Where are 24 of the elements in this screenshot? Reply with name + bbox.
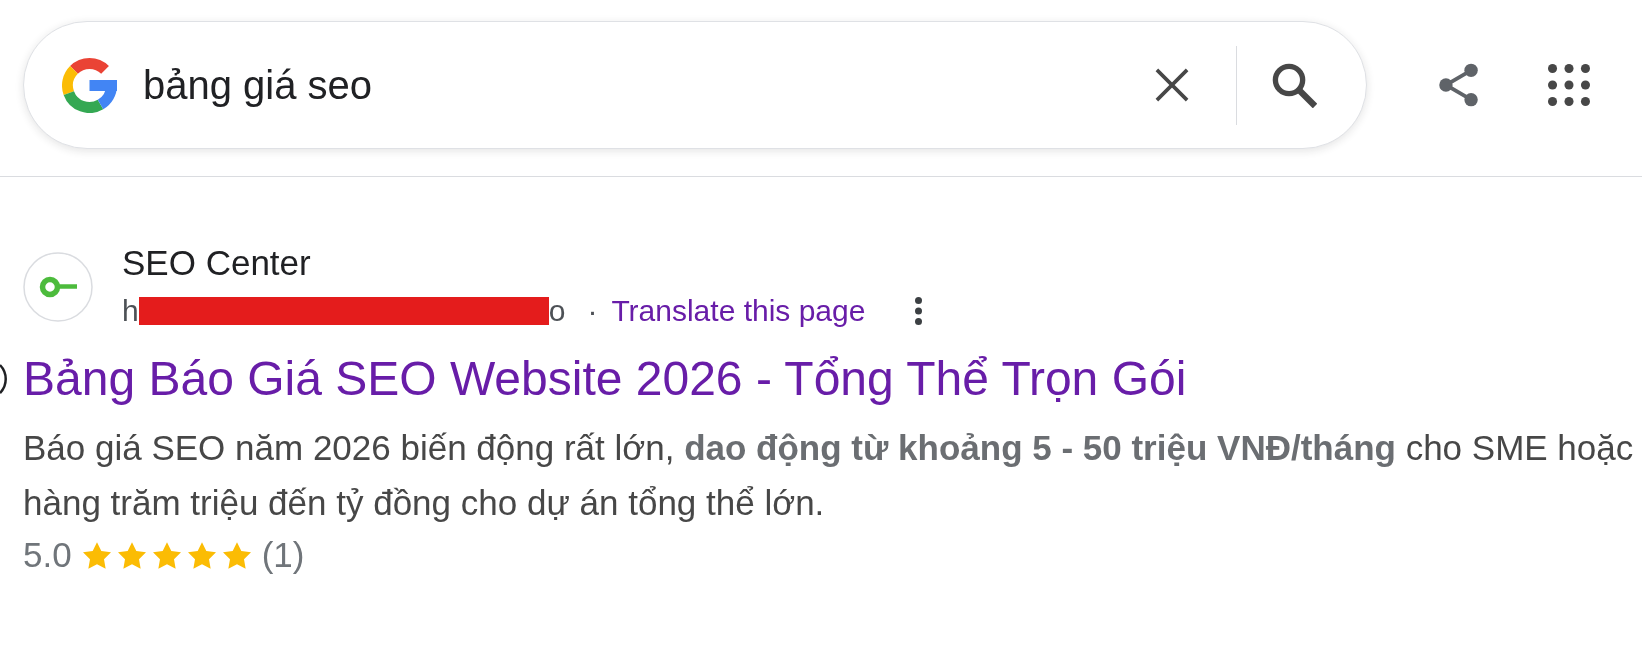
site-name[interactable]: SEO Center (122, 239, 311, 287)
result-snippet: Báo giá SEO năm 2026 biến động rất lớn, dao động từ khoảng 5 - 50 triệu VNĐ/tháng cho SME hoặc hàng trăm triệu đến tỷ đồng cho dự án tổng thể lớn. (23, 427, 1635, 524)
star-icon (117, 541, 146, 569)
search-bar[interactable]: bảng giá seo (23, 21, 1367, 149)
star-icon (187, 541, 216, 569)
grid-icon (1548, 64, 1590, 106)
url-text: h (122, 294, 139, 328)
star-icon (222, 541, 251, 569)
separator-dot: · (587, 294, 598, 328)
result-title-link[interactable]: Bảng Báo Giá SEO Website 2026 - Tổng Thể Trọn Gói (23, 349, 1187, 409)
arc-icon (0, 363, 7, 395)
share-icon (1437, 63, 1480, 107)
more-vertical-icon (915, 297, 923, 325)
key-icon (23, 252, 93, 322)
close-icon (1155, 68, 1189, 102)
search-input[interactable]: bảng giá seo (143, 57, 1151, 113)
url-text: o (548, 294, 566, 328)
translate-link[interactable]: Translate this page (611, 294, 866, 328)
g-logo-icon (62, 57, 117, 113)
search-icon (1272, 62, 1317, 108)
star-icon (82, 541, 111, 569)
star-icon (152, 541, 181, 569)
review-count: (1) (261, 535, 305, 575)
rating-value: 5.0 (23, 535, 72, 575)
